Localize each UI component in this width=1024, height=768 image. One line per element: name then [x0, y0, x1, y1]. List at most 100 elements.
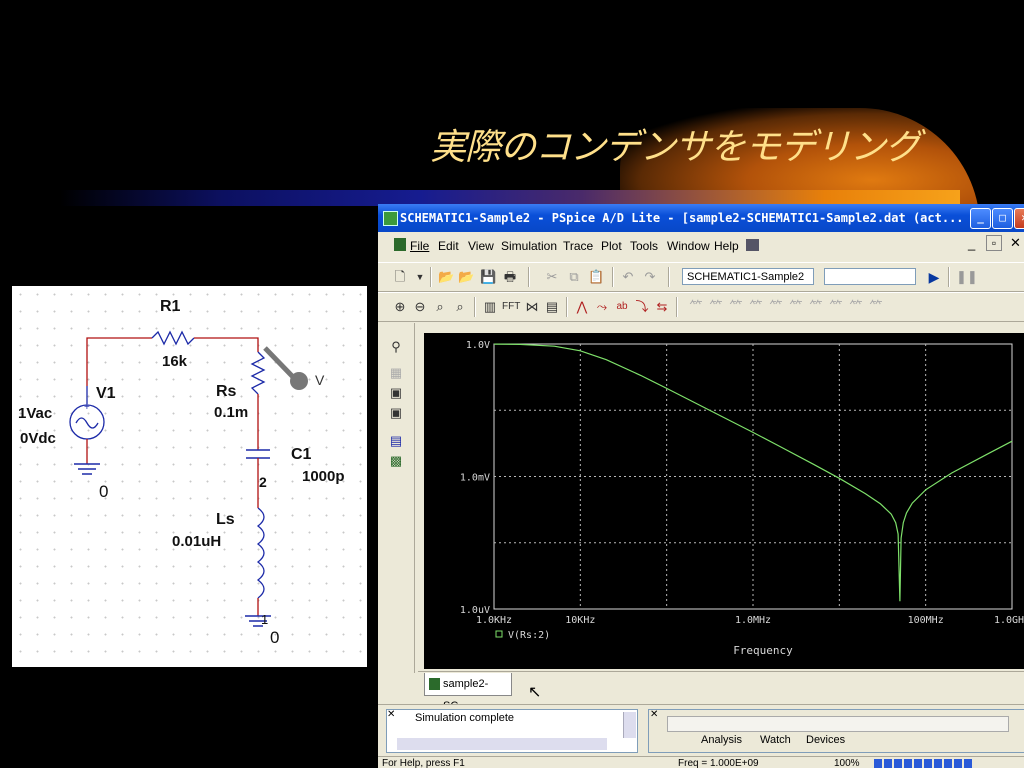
menu-bar: File Edit View Simulation Trace Plot Too… [378, 234, 1024, 256]
view-sim-results-icon[interactable]: ▣ [388, 405, 404, 421]
window-titlebar[interactable]: SCHEMATIC1-Sample2 - PSpice A/D Lite - [… [378, 204, 1024, 232]
toolbar-plot: ⊕ ⊖ ⌕ ⌕ ▥ FFT ⋈ ▤ ⋀ ⤳ ab ⤵ ⇆ ⺮ ⺮ ⺮ ⺮ ⺮ ⺮… [378, 292, 1024, 322]
pause-icon[interactable]: ❚❚ [956, 269, 978, 285]
doc-restore-icon[interactable]: ▫ [986, 235, 1002, 251]
menu-edit[interactable]: Edit [438, 239, 459, 253]
close-output-icon[interactable]: ✕ [387, 709, 395, 720]
menu-file[interactable]: File [410, 239, 429, 253]
output-window[interactable]: Simulation complete [386, 709, 638, 753]
cut-icon[interactable]: ✂ [544, 269, 560, 285]
output-scrollbar-vertical[interactable] [623, 712, 636, 738]
legend-label: V(Rs:2) [508, 630, 550, 641]
x-tick-label: 10KHz [565, 615, 595, 626]
view-output-file-icon[interactable]: ▤ [388, 433, 404, 449]
output-message: Simulation complete [415, 712, 515, 724]
doc-minimize-icon[interactable]: _ [968, 236, 975, 251]
rs-name: Rs [216, 383, 237, 400]
ground-label-2: 0 [270, 628, 280, 647]
v1-ac-value: 1Vac [18, 405, 53, 422]
probe-label: V [315, 372, 325, 388]
new-icon[interactable]: 🗋 [392, 269, 408, 285]
add-plot-icon[interactable]: ⤵ [634, 299, 650, 315]
add-text-label-icon[interactable]: ab [614, 299, 630, 315]
output-scrollbar-horizontal[interactable] [397, 738, 607, 750]
paste-icon[interactable]: 📋 [588, 269, 604, 285]
cursor-search-icon[interactable]: ⺮ [808, 299, 824, 315]
copy-icon[interactable]: ⧉ [566, 269, 582, 285]
redo-icon[interactable]: ↷ [642, 269, 658, 285]
status-zoom: 100% [834, 758, 860, 768]
close-icon[interactable]: ✕ [1014, 208, 1024, 229]
toggle-cursor-icon[interactable]: ⇆ [654, 299, 670, 315]
open-recent-icon[interactable]: 📂 [458, 269, 474, 285]
cursor-label-icon[interactable]: ⺮ [868, 299, 884, 315]
cursor-min-icon[interactable]: ⺮ [748, 299, 764, 315]
cursor-next-icon[interactable]: ⺮ [828, 299, 844, 315]
section-select[interactable] [824, 268, 916, 285]
menu-plot[interactable]: Plot [601, 239, 622, 253]
cursor-peak-icon[interactable]: ⺮ [688, 299, 704, 315]
cursor-mark-icon[interactable]: ⺮ [848, 299, 864, 315]
menu-window[interactable]: Window [667, 239, 710, 253]
menu-trace[interactable]: Trace [563, 239, 593, 253]
new-dropdown-icon[interactable]: ▼ [412, 269, 428, 285]
watch-grid[interactable] [667, 716, 1009, 732]
tab-watch[interactable]: Watch [760, 734, 791, 746]
print-icon[interactable]: 🖶 [502, 269, 518, 285]
simulation-output-icon[interactable]: ▦ [388, 365, 404, 381]
cursor-trough-icon[interactable]: ⺮ [708, 299, 724, 315]
fft-icon[interactable]: FFT [502, 299, 520, 315]
save-icon[interactable]: 💾 [480, 269, 496, 285]
zoom-fit-icon[interactable]: ⌕ [452, 299, 468, 315]
zoom-in-icon[interactable]: ⊕ [392, 299, 408, 315]
document-tab-icon [429, 678, 440, 690]
frequency-response-chart: 1.0KHz 10KHz 1.0MHz 100MHz 1.0GHz 1.0V 1.0mV 1.… [460, 340, 1024, 657]
watch-window[interactable]: Analysis Watch Devices [648, 709, 1024, 753]
y-tick-label: 1.0mV [460, 473, 490, 484]
series-line [493, 343, 1013, 602]
menu-tools[interactable]: Tools [630, 239, 658, 253]
cursor-point-icon[interactable]: ⺮ [788, 299, 804, 315]
y-tick-label: 1.0uV [460, 605, 490, 616]
x-tick-label: 100MHz [908, 615, 944, 626]
waveform-icon[interactable]: ▩ [388, 453, 404, 469]
y-tick-label: 1.0V [466, 340, 490, 351]
svg-text:+: + [84, 402, 90, 413]
open-icon[interactable]: 📂 [438, 269, 454, 285]
menu-help[interactable]: Help [714, 239, 739, 253]
log-y-axis-icon[interactable]: ▤ [544, 299, 560, 315]
run-icon[interactable]: ▶ [926, 269, 942, 285]
menu-simulation[interactable]: Simulation [501, 239, 557, 253]
maximize-icon[interactable]: □ [992, 208, 1013, 229]
node-label: 2 [259, 474, 267, 490]
simulation-settings-icon[interactable]: ▣ [388, 385, 404, 401]
minimize-icon[interactable]: _ [970, 208, 991, 229]
plot-area[interactable]: 1.0KHz 10KHz 1.0MHz 100MHz 1.0GHz 1.0V 1.0mV 1.… [424, 333, 1024, 669]
legend-marker [495, 630, 503, 638]
tab-devices[interactable]: Devices [806, 734, 845, 746]
document-tab[interactable]: sample2-SC... [424, 673, 512, 712]
v1-dc-value: 0Vdc [20, 430, 56, 447]
status-frequency: Freq = 1.000E+09 [678, 758, 759, 768]
doc-close-icon[interactable]: ✕ [1010, 235, 1021, 251]
cursor-max-icon[interactable]: ⺮ [768, 299, 784, 315]
status-help: For Help, press F1 [382, 758, 465, 768]
eval-goal-function-icon[interactable]: ⤳ [594, 299, 610, 315]
close-watch-icon[interactable]: ✕ [650, 709, 658, 720]
undo-icon[interactable]: ↶ [620, 269, 636, 285]
performance-analysis-icon[interactable]: ⋈ [524, 299, 540, 315]
c1-value: 1000p [302, 468, 345, 485]
menu-view[interactable]: View [468, 239, 494, 253]
zoom-out-icon[interactable]: ⊖ [412, 299, 428, 315]
help-context-icon[interactable] [746, 239, 759, 251]
log-x-axis-icon[interactable]: ▥ [482, 299, 498, 315]
x-tick-label: 1.0KHz [476, 615, 512, 626]
ls-value: 0.01uH [172, 533, 222, 550]
profile-select[interactable]: SCHEMATIC1-Sample2 [682, 268, 814, 285]
progress-bar [874, 759, 974, 768]
pin-icon[interactable]: ⚲ [388, 339, 404, 355]
tab-analysis[interactable]: Analysis [701, 734, 742, 746]
zoom-area-icon[interactable]: ⌕ [432, 299, 448, 315]
cursor-slope-icon[interactable]: ⺮ [728, 299, 744, 315]
add-trace-icon[interactable]: ⋀ [574, 299, 590, 315]
